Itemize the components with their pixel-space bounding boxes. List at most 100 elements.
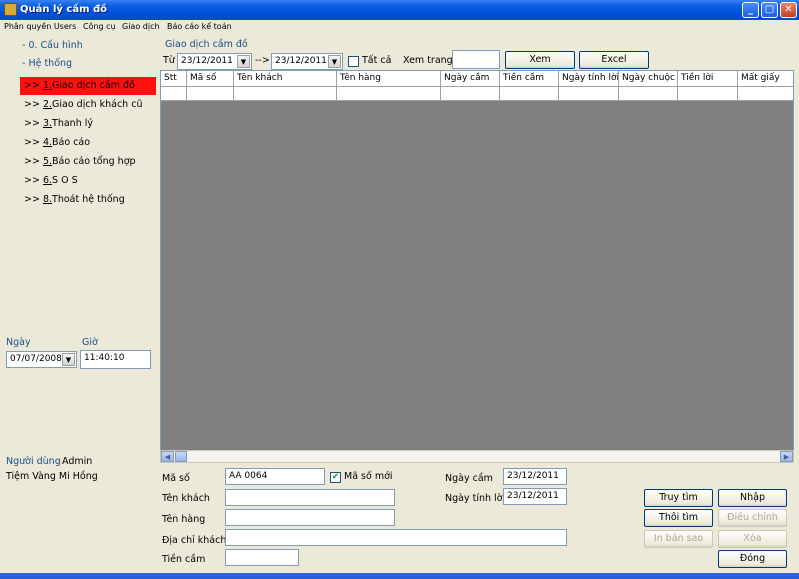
nav-item-summary-report[interactable]: >> 5.Báo cáo tổng hợp (24, 156, 136, 167)
user-label: Người dùng (6, 456, 61, 467)
new-code-label: Mã số mới (344, 471, 393, 482)
all-label: Tất cả (362, 55, 392, 66)
nav-prefix: >> (24, 118, 43, 129)
page-input[interactable] (452, 50, 500, 69)
excel-button[interactable]: Excel (579, 51, 649, 69)
pawn-date-field[interactable]: 23/12/2011 (503, 468, 567, 485)
menu-bar (0, 20, 799, 34)
minimize-button[interactable]: _ (742, 2, 759, 18)
grid-cell[interactable] (619, 87, 678, 101)
nav-item-exit[interactable]: >> 8.Thoát hệ thống (24, 194, 125, 205)
from-date-value: 23/12/2011 (181, 56, 233, 66)
nav-system[interactable]: - Hệ thống (22, 58, 72, 69)
grid-cell[interactable] (234, 87, 337, 101)
nav-prefix: >> (24, 99, 43, 110)
date-picker[interactable]: 07/07/2008 ▼ (6, 351, 77, 368)
nav-number: 5. (42, 156, 53, 167)
nav-item-sos[interactable]: >> 6.S O S (24, 175, 78, 186)
grid-cell[interactable] (441, 87, 500, 101)
nav-number: 2. (42, 99, 53, 110)
address-field[interactable] (225, 529, 567, 546)
scroll-thumb[interactable] (175, 451, 187, 462)
column-header[interactable]: Tiền cầm (500, 71, 559, 87)
horizontal-scrollbar[interactable]: ◀ ▶ (160, 450, 794, 463)
nav-number: 1. (42, 80, 53, 91)
nav-label: Thanh lý (52, 118, 93, 129)
from-date-picker[interactable]: 23/12/2011 ▼ (177, 53, 252, 70)
grid-cell[interactable] (559, 87, 619, 101)
close-button[interactable]: ✕ (780, 2, 797, 18)
column-header[interactable]: Tiền lời (678, 71, 738, 87)
menu-transactions[interactable]: Giao dịch (122, 22, 160, 31)
menu-tools[interactable]: Công cụ (83, 22, 116, 31)
scroll-right-icon[interactable]: ▶ (780, 451, 793, 462)
nav-item-liquidation[interactable]: >> 3.Thanh lý (24, 118, 93, 129)
dropdown-arrow-icon[interactable]: ▼ (62, 353, 75, 366)
taskbar (0, 573, 799, 579)
nav-label: Báo cáo tổng hợp (52, 156, 136, 167)
scroll-left-icon[interactable]: ◀ (161, 451, 174, 462)
nav-label: S O S (52, 175, 78, 186)
column-header[interactable]: Tên khách (234, 71, 337, 87)
column-header[interactable]: Tên hàng (337, 71, 441, 87)
nav-item-old-customer[interactable]: >> 2.Giao dịch khách cũ (24, 99, 142, 110)
view-button[interactable]: Xem (505, 51, 575, 69)
grid-cell[interactable] (187, 87, 234, 101)
dropdown-arrow-icon[interactable]: ▼ (237, 55, 250, 68)
print-copy-button[interactable]: In bản sao (644, 530, 713, 548)
column-header[interactable]: Mất giấy (738, 71, 793, 87)
new-code-checkbox[interactable]: ✔ (330, 472, 341, 483)
close-form-button[interactable]: Đóng (718, 550, 787, 568)
nav-label: Thoát hệ thống (52, 194, 125, 205)
adjust-button[interactable]: Điều chỉnh (718, 509, 787, 527)
page-label: Xem trang (403, 55, 453, 66)
grid-cell[interactable] (738, 87, 793, 101)
stop-search-button[interactable]: Thôi tìm (644, 509, 713, 527)
goods-label: Tên hàng (162, 514, 206, 525)
amount-label: Tiền cầm (162, 554, 206, 565)
amount-field[interactable] (225, 549, 299, 566)
dropdown-arrow-icon[interactable]: ▼ (328, 55, 341, 68)
grid-cell[interactable] (337, 87, 441, 101)
column-header[interactable]: Mã số (187, 71, 234, 87)
delete-button[interactable]: Xóa (718, 530, 787, 548)
code-label: Mã số (162, 473, 190, 484)
grid-cell[interactable] (161, 87, 187, 101)
column-header[interactable]: Ngày tính lời (559, 71, 619, 87)
nav-config[interactable]: - 0. Cấu hình (22, 40, 83, 51)
code-field[interactable]: AA 0064 (225, 468, 325, 485)
nav-prefix: >> (24, 156, 43, 167)
search-button[interactable]: Truy tìm (644, 489, 713, 507)
nav-item-reports[interactable]: >> 4.Báo cáo (24, 137, 90, 148)
column-header[interactable]: Ngày chuộc (619, 71, 678, 87)
nav-prefix: >> (24, 194, 43, 205)
pawn-date-label: Ngày cầm (445, 473, 493, 484)
nav-prefix: >> (24, 80, 43, 91)
interest-date-label: Ngày tính lời (445, 493, 506, 504)
input-button[interactable]: Nhập (718, 489, 787, 507)
time-field[interactable]: 11:40:10 (80, 350, 151, 369)
menu-users[interactable]: Phân quyền Users (4, 22, 76, 31)
all-checkbox[interactable] (348, 56, 359, 67)
nav-number: 4. (42, 137, 53, 148)
interest-date-field[interactable]: 23/12/2011 (503, 488, 567, 505)
nav-number: 3. (42, 118, 53, 129)
column-header[interactable]: Stt (161, 71, 187, 87)
customer-field[interactable] (225, 489, 395, 506)
grid-cell[interactable] (500, 87, 559, 101)
maximize-button[interactable]: ▢ (761, 2, 778, 18)
column-header[interactable]: Ngày cầm (441, 71, 500, 87)
nav-item-pawn-transactions[interactable]: >> 1.Giao dịch cầm đồ (24, 80, 135, 91)
grid-cell[interactable] (678, 87, 738, 101)
goods-field[interactable] (225, 509, 395, 526)
nav-number: 8. (42, 194, 53, 205)
nav-prefix: >> (24, 175, 43, 186)
group-title: Giao dịch cầm đồ (165, 39, 248, 50)
nav-number: 6. (42, 175, 53, 186)
menu-accounting-reports[interactable]: Báo cáo kế toán (167, 22, 232, 31)
from-label: Từ (163, 55, 175, 66)
transactions-grid[interactable]: Stt Mã số Tên khách Tên hàng Ngày cầm Ti… (160, 70, 794, 463)
customer-label: Tên khách (162, 493, 210, 504)
to-date-picker[interactable]: 23/12/2011 ▼ (271, 53, 343, 70)
nav-label: Giao dịch cầm đồ (52, 80, 135, 91)
